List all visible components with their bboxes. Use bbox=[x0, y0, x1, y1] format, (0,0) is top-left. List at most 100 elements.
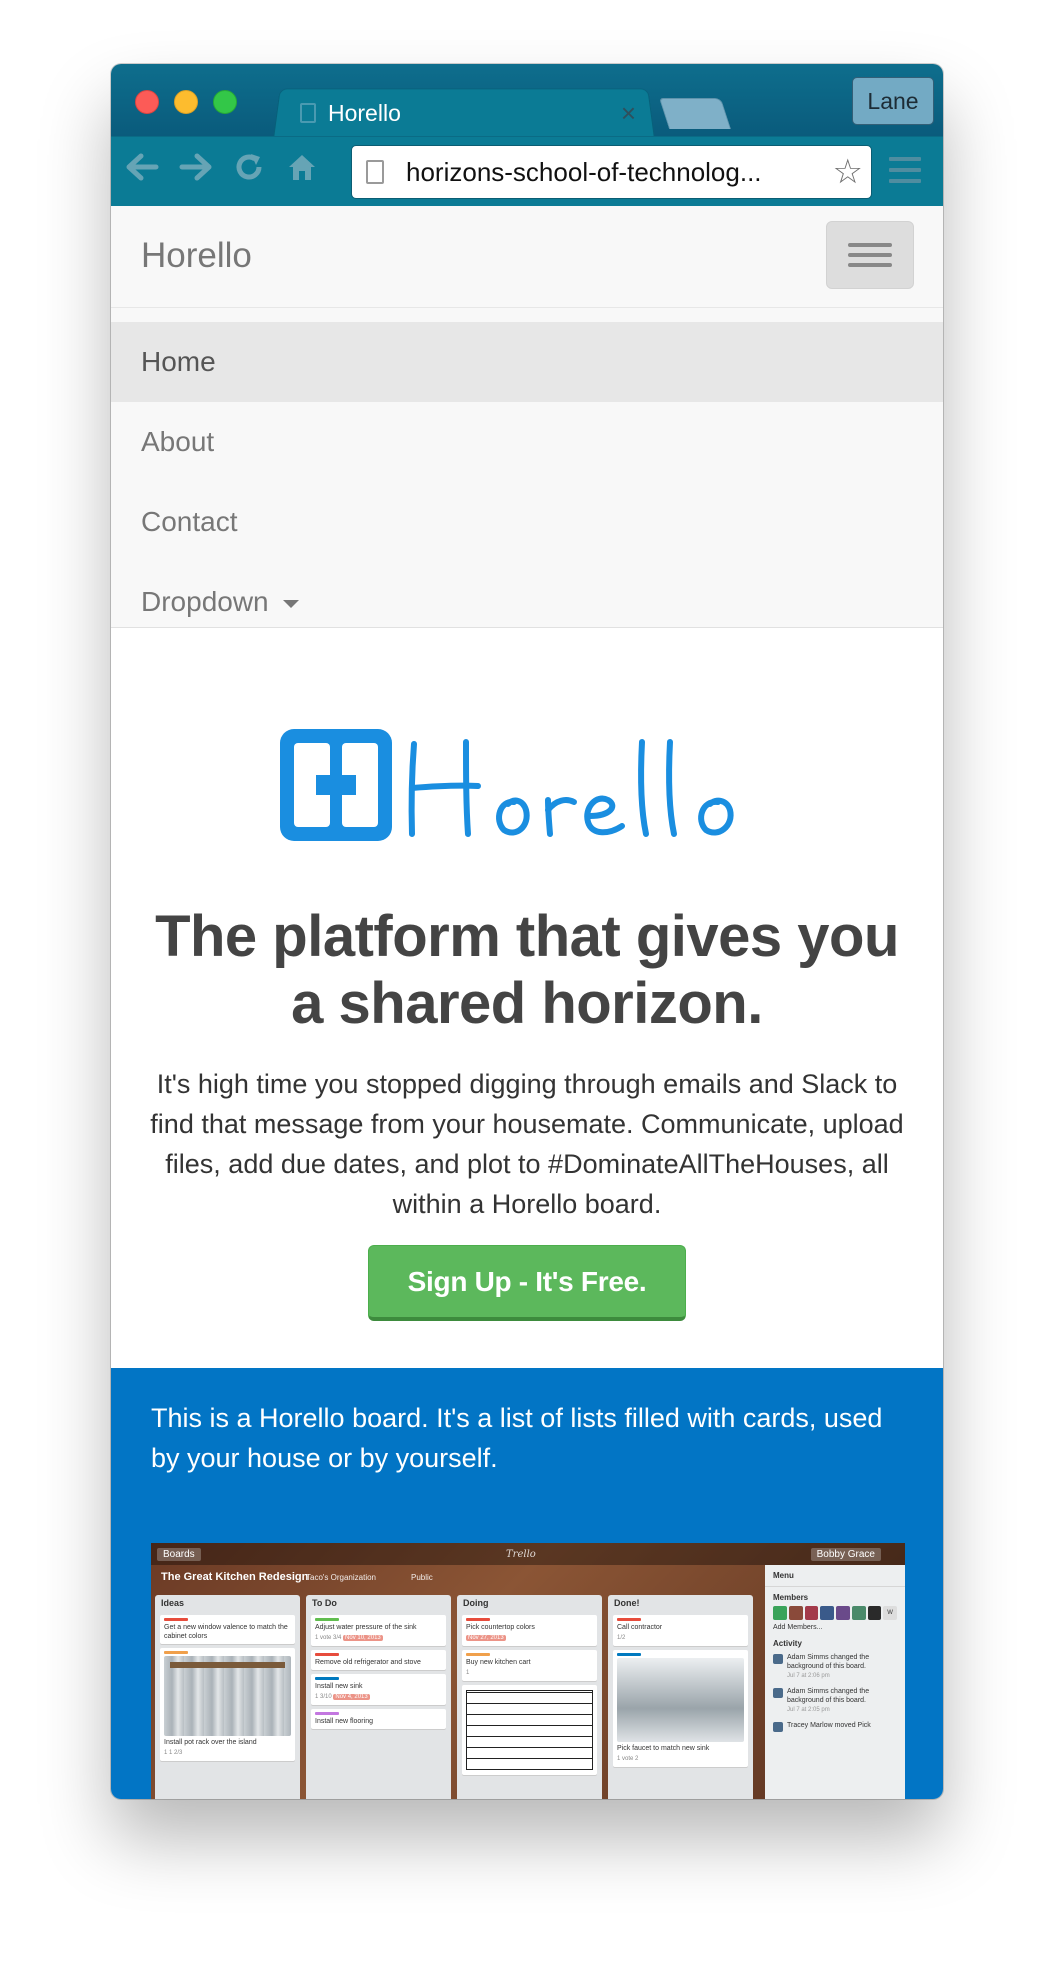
page-icon bbox=[366, 160, 384, 184]
nav-item-label: Dropdown bbox=[141, 586, 269, 617]
navbar-brand[interactable]: Horello bbox=[141, 236, 252, 276]
activity-heading: Activity bbox=[773, 1639, 802, 1648]
nav-item-about[interactable]: About bbox=[111, 402, 943, 482]
address-bar[interactable]: horizons-school-of-technolog... ☆ bbox=[351, 145, 872, 199]
site-navbar: Horello Home About Contact Dropdown bbox=[111, 206, 943, 628]
board-user: Bobby Grace bbox=[810, 1547, 881, 1561]
list-title: Ideas bbox=[161, 1598, 185, 1608]
card-title: Install new sink bbox=[315, 1683, 363, 1690]
url-text: horizons-school-of-technolog... bbox=[406, 156, 762, 187]
card-attachments: 1 bbox=[466, 1670, 470, 1676]
member-initial: W bbox=[883, 1606, 897, 1620]
card-due: Nov 27, 2013 bbox=[466, 1635, 506, 1641]
back-arrow-icon[interactable] bbox=[121, 144, 163, 190]
board-menu-panel: Menu Members W Add Members... Activity A… bbox=[765, 1565, 905, 1799]
navbar-toggle-button[interactable] bbox=[826, 221, 914, 289]
board-card: Adjust water pressure of the sink 1 vote… bbox=[311, 1615, 446, 1646]
board-visibility: Public bbox=[411, 1573, 433, 1582]
tab-strip: Horello × Lane bbox=[111, 64, 943, 139]
card-title: Remove old refrigerator and stove bbox=[315, 1659, 421, 1666]
list-title: To Do bbox=[312, 1598, 337, 1608]
activity-time: Jul 7 at 2:06 pm bbox=[787, 1673, 830, 1679]
card-title: Get a new window valence to match the ca… bbox=[164, 1624, 288, 1640]
hero-headline: The platform that gives you a shared hor… bbox=[155, 904, 899, 1036]
minimize-window-button[interactable] bbox=[174, 90, 198, 114]
floor-plan-image bbox=[466, 1690, 593, 1770]
member-avatars: W bbox=[765, 1604, 905, 1622]
zoom-window-button[interactable] bbox=[213, 90, 237, 114]
board-section: This is a Horello board. It's a list of … bbox=[111, 1368, 943, 1799]
board-section-intro: This is a Horello board. It's a list of … bbox=[151, 1403, 883, 1473]
reload-icon[interactable] bbox=[228, 144, 270, 190]
board-screenshot: Boards Trello Bobby Grace The Great Kitc… bbox=[151, 1543, 905, 1799]
profile-button[interactable]: Lane bbox=[852, 77, 934, 125]
pot-rack-image bbox=[164, 1656, 291, 1736]
nav-item-label: About bbox=[141, 426, 215, 457]
board-card: Pick faucet to match new sink 1 vote 2 bbox=[613, 1650, 748, 1767]
activity-item: Adam Simms changed the background of thi… bbox=[765, 1650, 905, 1684]
board-list-ideas: Ideas Get a new window valence to match … bbox=[155, 1595, 300, 1799]
card-title: Install pot rack over the island bbox=[164, 1739, 257, 1746]
board-card: Buy new kitchen cart 1 bbox=[462, 1650, 597, 1681]
signup-button[interactable]: Sign Up - It's Free. bbox=[368, 1245, 686, 1321]
horello-wordmark bbox=[408, 739, 734, 837]
browser-window: Horello × Lane horizons-school-of-techno… bbox=[111, 64, 943, 1799]
card-due: Nov 4, 2013 bbox=[333, 1694, 370, 1700]
card-checklist: 1/2 bbox=[617, 1635, 626, 1641]
horello-logo-icon bbox=[280, 729, 392, 841]
web-page: Horello Home About Contact Dropdown The … bbox=[111, 206, 943, 1799]
star-icon[interactable]: ☆ bbox=[833, 152, 863, 192]
board-card: Install pot rack over the island 1 1 2/3 bbox=[160, 1648, 295, 1761]
card-title: Buy new kitchen cart bbox=[466, 1659, 531, 1666]
add-members-link: Add Members... bbox=[773, 1624, 823, 1631]
members-heading: Members bbox=[773, 1593, 809, 1602]
caret-down-icon bbox=[282, 600, 299, 608]
board-list-todo: To Do Adjust water pressure of the sink … bbox=[306, 1595, 451, 1799]
nav-item-label: Contact bbox=[141, 506, 238, 537]
card-attachments: 2 bbox=[635, 1756, 639, 1762]
board-card: Call contractor 1/2 bbox=[613, 1615, 748, 1646]
card-meta: 1 1 2/3 bbox=[164, 1750, 183, 1756]
nav-item-contact[interactable]: Contact bbox=[111, 482, 943, 562]
activity-time: Jul 7 at 2:05 pm bbox=[787, 1707, 830, 1713]
faucet-image bbox=[617, 1658, 744, 1742]
nav-item-home[interactable]: Home bbox=[111, 322, 943, 402]
tab-horello[interactable]: Horello × bbox=[276, 90, 650, 136]
home-icon[interactable] bbox=[281, 144, 323, 190]
board-title: The Great Kitchen Redesign bbox=[161, 1571, 309, 1583]
activity-item: Tracey Marlow moved Pick bbox=[765, 1718, 905, 1733]
hero-lead: It's high time you stopped digging throu… bbox=[150, 1069, 904, 1219]
card-title: Pick countertop colors bbox=[466, 1624, 535, 1631]
list-title: Done! bbox=[614, 1598, 640, 1608]
board-list-done: Done! Call contractor 1/2 Pick faucet to… bbox=[608, 1595, 753, 1799]
hero-section: The platform that gives you a shared hor… bbox=[111, 628, 943, 1368]
page-icon bbox=[300, 103, 316, 123]
card-votes: 1 vote bbox=[617, 1756, 634, 1762]
activity-item: Adam Simms changed the background of thi… bbox=[765, 1684, 905, 1718]
close-window-button[interactable] bbox=[135, 90, 159, 114]
activity-text: Tracey Marlow moved Pick bbox=[787, 1722, 871, 1729]
tab-title: Horello bbox=[328, 99, 401, 126]
activity-text: Adam Simms changed the background of thi… bbox=[787, 1654, 870, 1670]
activity-text: Adam Simms changed the background of thi… bbox=[787, 1688, 870, 1704]
horello-logo bbox=[276, 725, 776, 845]
close-tab-icon[interactable]: × bbox=[621, 100, 636, 126]
card-due: Nov 10, 2013 bbox=[343, 1635, 383, 1641]
new-tab-button[interactable] bbox=[658, 98, 732, 129]
card-title: Adjust water pressure of the sink bbox=[315, 1624, 417, 1631]
board-card: Pick countertop colors Nov 27, 2013 bbox=[462, 1615, 597, 1646]
board-center-logo: Trello bbox=[506, 1548, 536, 1560]
forward-arrow-icon[interactable] bbox=[175, 144, 217, 190]
board-org: Taco's Organization bbox=[306, 1573, 377, 1582]
board-card: Install new sink 1 3/10 Nov 4, 2013 bbox=[311, 1674, 446, 1705]
card-title: Pick faucet to match new sink bbox=[617, 1745, 710, 1752]
board-card: Remove old refrigerator and stove bbox=[311, 1650, 446, 1670]
hamburger-menu-icon[interactable] bbox=[889, 157, 921, 183]
card-meta: 1 3/10 bbox=[315, 1694, 332, 1700]
board-card: Get a new window valence to match the ca… bbox=[160, 1615, 295, 1644]
card-checklist: 3/4 bbox=[333, 1635, 342, 1641]
navbar-divider bbox=[111, 307, 943, 308]
menu-title: Menu bbox=[765, 1565, 905, 1587]
board-header-bar: Boards Trello Bobby Grace bbox=[151, 1543, 905, 1565]
card-title: Call contractor bbox=[617, 1624, 663, 1631]
